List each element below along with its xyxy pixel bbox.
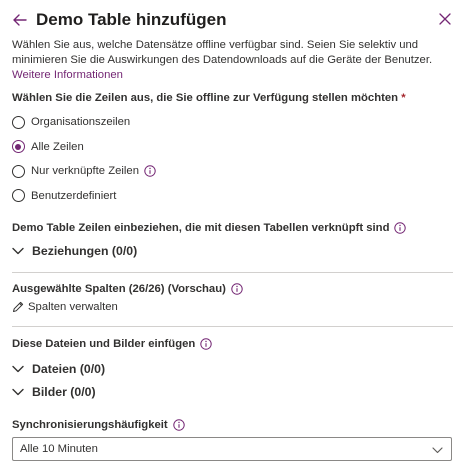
panel-description: Wählen Sie aus, welche Datensätze offlin… (12, 38, 453, 83)
radio-nur-verknuepfte-zeilen[interactable]: Nur verknüpfte Zeilen (12, 159, 453, 184)
radio-alle-zeilen[interactable]: Alle Zeilen (12, 135, 453, 160)
info-icon[interactable] (231, 283, 243, 295)
manage-columns-link[interactable]: Spalten verwalten (12, 301, 453, 313)
radio-label: Nur verknüpfte Zeilen (31, 165, 139, 178)
info-icon[interactable] (200, 338, 212, 350)
relationships-expander[interactable]: Beziehungen (0/0) (12, 241, 453, 261)
manage-columns-text: Spalten verwalten (28, 301, 118, 313)
relationships-expander-label: Beziehungen (0/0) (32, 244, 138, 258)
info-icon[interactable] (172, 419, 185, 431)
page-title: Demo Table hinzufügen (36, 10, 227, 29)
chevron-down-icon (12, 247, 24, 255)
add-table-panel: Demo Table hinzufügen Wählen Sie aus, we… (0, 0, 463, 472)
radio-circle[interactable] (12, 164, 25, 178)
radio-label: Benutzerdefiniert (31, 189, 117, 202)
files-expander-label: Dateien (0/0) (32, 362, 106, 376)
info-icon[interactable] (144, 165, 156, 177)
chevron-down-icon (12, 388, 24, 396)
radio-circle[interactable] (12, 115, 25, 129)
required-mark: * (401, 92, 406, 104)
back-arrow-icon[interactable] (12, 12, 28, 28)
sync-frequency-label: Synchronisierungshäufigkeit (12, 419, 453, 431)
description-text: Wählen Sie aus, welche Datensätze offlin… (12, 39, 433, 66)
selected-columns-label: Ausgewählte Spalten (26/26) (Vorschau) (12, 283, 453, 295)
section-divider (12, 326, 453, 327)
sync-frequency-dropdown[interactable]: Alle 10 Minuten (12, 437, 452, 461)
info-icon[interactable] (394, 222, 407, 234)
radio-label: Alle Zeilen (31, 140, 84, 153)
radio-benutzerdefiniert[interactable]: Benutzerdefiniert (12, 184, 453, 209)
rows-question-label: Wählen Sie die Zeilen aus, die Sie offli… (12, 92, 453, 104)
files-expander[interactable]: Dateien (0/0) (12, 359, 453, 379)
related-tables-text: Demo Table Zeilen einbeziehen, die mit d… (12, 222, 390, 234)
related-tables-label: Demo Table Zeilen einbeziehen, die mit d… (12, 222, 453, 234)
panel-header: Demo Table hinzufügen (12, 0, 453, 38)
images-expander-label: Bilder (0/0) (32, 385, 96, 399)
rows-radio-group: Organisationszeilen Alle Zeilen Nur verk… (12, 110, 453, 208)
rows-question-text: Wählen Sie die Zeilen aus, die Sie offli… (12, 92, 399, 104)
sync-frequency-value: Alle 10 Minuten (20, 443, 98, 455)
files-images-text: Diese Dateien und Bilder einfügen (12, 338, 196, 350)
chevron-down-icon (12, 365, 24, 373)
radio-circle[interactable] (12, 189, 25, 203)
selected-columns-text: Ausgewählte Spalten (26/26) (Vorschau) (12, 283, 226, 295)
section-divider (12, 272, 453, 273)
radio-organisationszeilen[interactable]: Organisationszeilen (12, 110, 453, 135)
radio-circle-checked[interactable] (12, 140, 25, 154)
files-images-label: Diese Dateien und Bilder einfügen (12, 338, 453, 350)
sync-frequency-text: Synchronisierungshäufigkeit (12, 419, 168, 431)
close-icon[interactable] (439, 12, 453, 26)
images-expander[interactable]: Bilder (0/0) (12, 382, 453, 402)
radio-label: Organisationszeilen (31, 116, 131, 129)
chevron-down-icon (432, 445, 443, 457)
pencil-icon (12, 301, 24, 313)
learn-more-link[interactable]: Weitere Informationen (12, 69, 123, 81)
